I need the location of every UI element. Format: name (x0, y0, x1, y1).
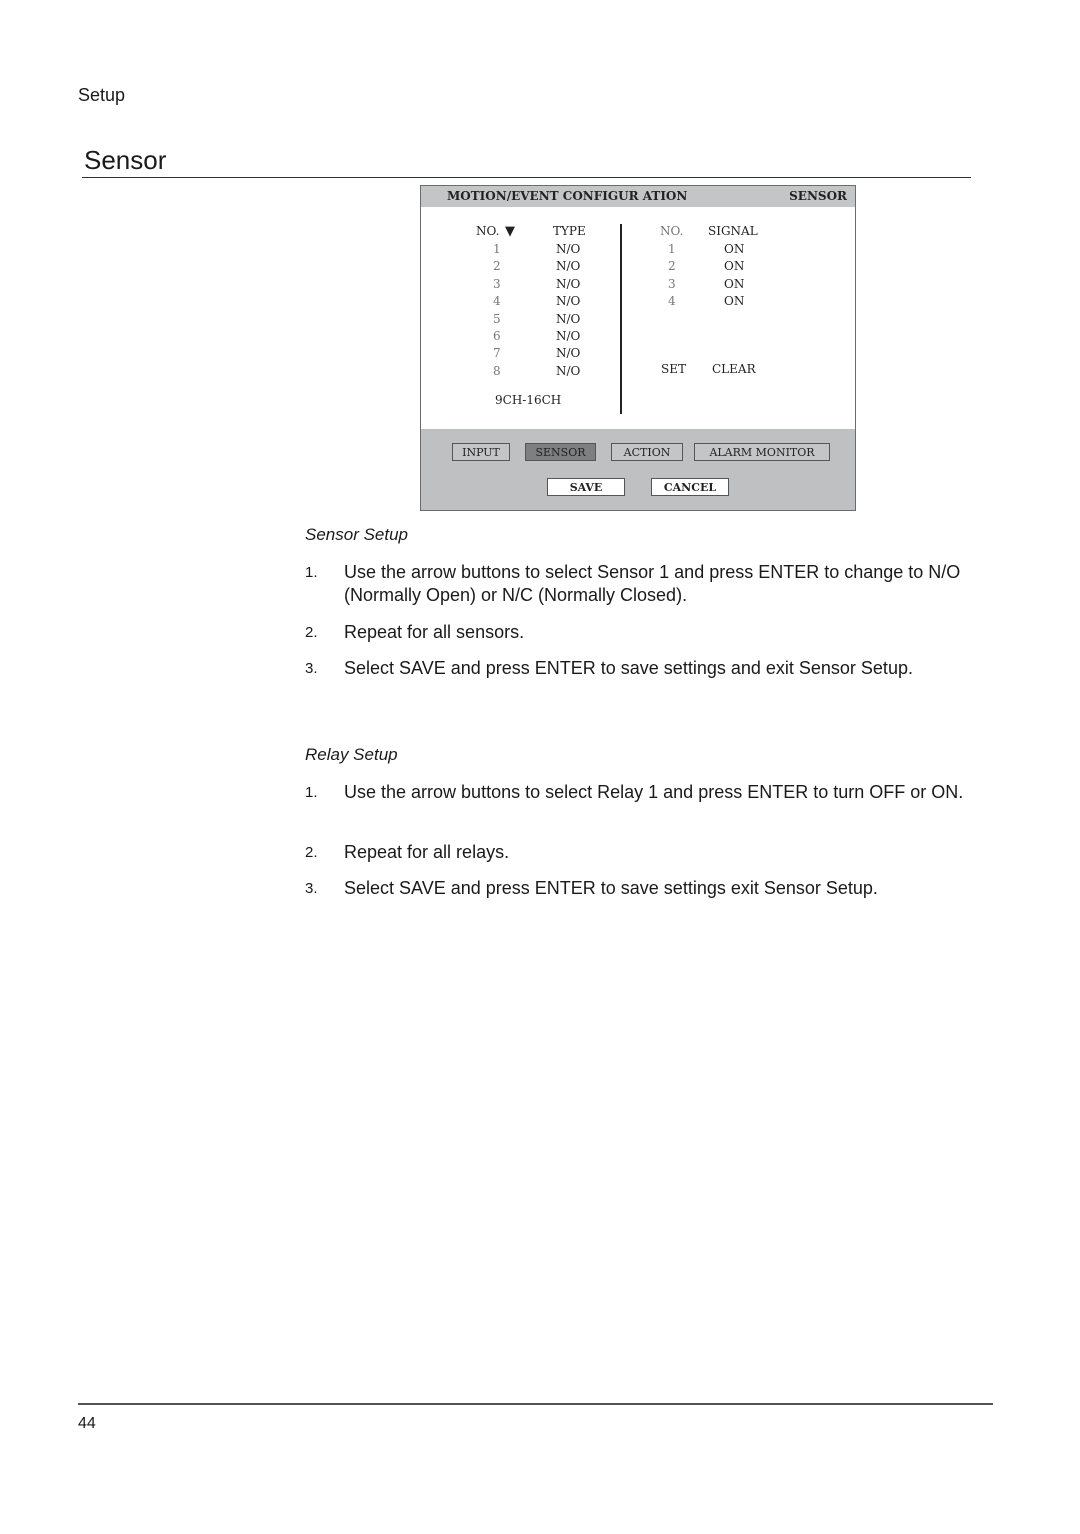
relay-row-signal[interactable]: ON (724, 259, 744, 273)
step-text: Select SAVE and press ENTER to save sett… (344, 878, 878, 898)
step-number: 2. (305, 624, 318, 641)
step-number: 1. (305, 784, 318, 801)
sensor-type-header: TYPE (553, 224, 586, 238)
set-button[interactable]: SET (661, 362, 686, 376)
tab-sensor[interactable]: SENSOR (525, 443, 596, 461)
relay-row-signal[interactable]: ON (724, 277, 744, 291)
sensor-row-no: 5 (493, 311, 501, 326)
dialog-header: MOTION/EVENT CONFIGUR ATION SENSOR (421, 186, 855, 207)
step-text: Select SAVE and press ENTER to save sett… (344, 658, 913, 678)
title-rule (82, 177, 971, 178)
footer-rule (78, 1403, 993, 1405)
step-text: Repeat for all relays. (344, 842, 510, 862)
dialog-body: NO. ▼ TYPE 1 N/O 2 N/O 3 N/O 4 N/O 5 N/O 6 N/O 7 N/O 8… (421, 207, 855, 429)
sensor-row-no: 8 (493, 363, 501, 378)
sensor-row-no: 2 (493, 259, 501, 274)
dialog-title: MOTION/EVENT CONFIGUR ATION (447, 189, 688, 203)
sensor-row-type[interactable]: N/O (556, 242, 580, 256)
sensor-row-type[interactable]: N/O (556, 329, 580, 343)
sensor-no-header[interactable]: NO. (476, 224, 499, 238)
section-title: Sensor (84, 145, 167, 175)
dialog-footer: INPUT SENSOR ACTION ALARM MONITOR SAVE C… (421, 429, 855, 510)
step-text: Repeat for all sensors. (344, 622, 525, 642)
relay-row-no: 3 (668, 276, 676, 291)
relay-signal-header: SIGNAL (708, 224, 758, 238)
running-head: Setup (78, 85, 126, 105)
save-button[interactable]: SAVE (547, 478, 625, 496)
sort-down-icon[interactable]: ▼ (505, 224, 515, 239)
cancel-button[interactable]: CANCEL (651, 478, 729, 496)
sensor-row-no: 6 (493, 329, 501, 343)
sensor-row-no: 1 (493, 242, 501, 256)
sensor-row-type[interactable]: N/O (556, 294, 580, 308)
sensor-row-type[interactable]: N/O (556, 277, 580, 291)
tab-input[interactable]: INPUT (452, 443, 510, 461)
sensor-row-no: 3 (493, 276, 501, 291)
relay-setup-heading: Relay Setup (305, 745, 398, 764)
sensor-row-no: 7 (493, 346, 501, 361)
relay-row-no: 4 (668, 294, 676, 309)
clear-button[interactable]: CLEAR (712, 362, 756, 376)
step-number: 3. (305, 660, 318, 677)
sensor-range-label[interactable]: 9CH-16CH (495, 393, 561, 407)
motion-event-config-dialog: MOTION/EVENT CONFIGUR ATION SENSOR NO. ▼… (420, 185, 856, 511)
dialog-mode-label: SENSOR (789, 189, 847, 203)
relay-row-no: 2 (668, 259, 676, 274)
sensor-row-type[interactable]: N/O (556, 312, 580, 326)
relay-row-signal[interactable]: ON (724, 294, 744, 308)
sensor-row-type[interactable]: N/O (556, 364, 580, 378)
relay-row-signal[interactable]: ON (724, 242, 744, 256)
step-number: 3. (305, 880, 318, 897)
sensor-row-type[interactable]: N/O (556, 259, 580, 273)
step-number: 2. (305, 844, 318, 861)
sensor-row-type[interactable]: N/O (556, 346, 580, 360)
tab-action[interactable]: ACTION (611, 443, 683, 461)
relay-row-no: 1 (668, 242, 676, 256)
step-text: Use the arrow buttons to select Relay 1 … (344, 782, 964, 802)
step-number: 1. (305, 564, 318, 581)
relay-no-header: NO. (660, 224, 684, 238)
sensor-setup-heading: Sensor Setup (305, 525, 409, 544)
tab-alarm-monitor[interactable]: ALARM MONITOR (694, 443, 830, 461)
step-text: Use the arrow buttons to select Sensor 1… (344, 562, 961, 605)
sensor-row-no: 4 (493, 294, 501, 309)
page-number: 44 (78, 1415, 96, 1432)
column-divider (620, 224, 622, 414)
